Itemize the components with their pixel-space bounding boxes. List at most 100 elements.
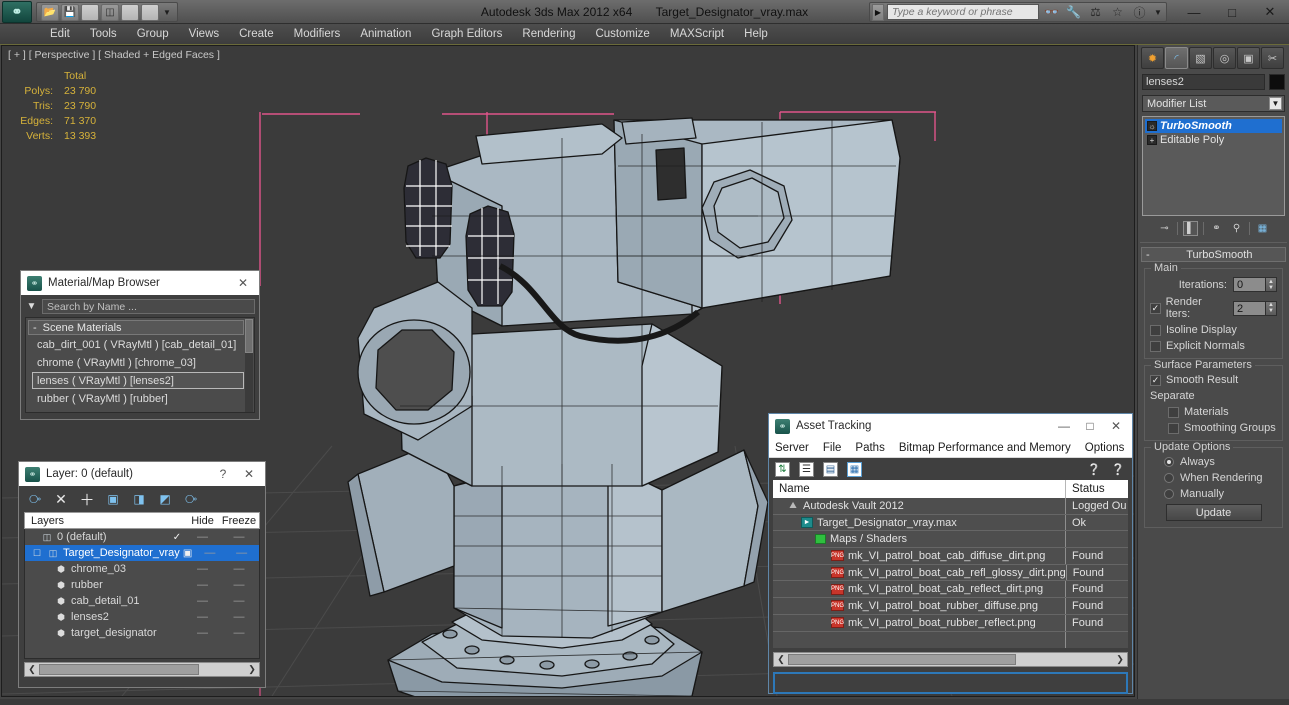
menu-file[interactable]: File <box>823 442 842 454</box>
create-tab[interactable]: ✹ <box>1141 47 1164 69</box>
render-iters-spin-arrows[interactable]: ▲ ▼ <box>1266 300 1277 316</box>
menu-paths[interactable]: Paths <box>855 442 884 454</box>
menu-server[interactable]: Server <box>775 442 809 454</box>
menu-help[interactable]: Help <box>734 24 778 45</box>
freeze-toggle[interactable]: — <box>219 611 259 623</box>
scrollbar-thumb[interactable] <box>788 654 1016 666</box>
search-input[interactable] <box>887 4 1039 20</box>
wrench-icon[interactable]: 🔧 <box>1064 3 1083 21</box>
close-icon[interactable]: ✕ <box>239 464 259 484</box>
separate-smoothing-groups-row[interactable]: Smoothing Groups <box>1150 422 1277 434</box>
table-row[interactable]: ⬢ chrome_03 — — <box>25 561 259 577</box>
menu-rendering[interactable]: Rendering <box>512 24 585 45</box>
menu-maxscript[interactable]: MAXScript <box>660 24 734 45</box>
object-name-input[interactable]: lenses2 <box>1142 74 1265 90</box>
hide-toggle[interactable]: — <box>186 627 219 639</box>
freeze-toggle[interactable]: — <box>219 531 259 543</box>
remove-modifier-icon[interactable]: ⚲ <box>1229 221 1244 236</box>
freeze-toggle[interactable]: — <box>219 563 259 575</box>
menu-modifiers[interactable]: Modifiers <box>284 24 351 45</box>
select-highlighted-objects-icon[interactable]: ◨ <box>131 491 147 507</box>
modifier-stack-item-turbosmooth[interactable]: ☼ TurboSmooth <box>1145 119 1282 133</box>
show-end-result-icon[interactable]: ▌ <box>1183 221 1198 236</box>
layer-manager-window[interactable]: ⚭ Layer: 0 (default) ? ✕ ⧂ ✕ ＋ ▣ ◨ ◩ ⧂ L… <box>18 461 266 688</box>
render-iters-stepper[interactable]: 2 ▲ ▼ <box>1233 300 1277 316</box>
make-unique-icon[interactable]: ⚭ <box>1209 221 1224 236</box>
material-item-cab-dirt[interactable]: cab_dirt_001 ( VRayMtl ) [cab_detail_01] <box>32 336 244 353</box>
minimize-button[interactable]: — <box>1175 0 1213 24</box>
explicit-normals-row[interactable]: Explicit Normals <box>1150 340 1277 352</box>
hide-toggle[interactable]: — <box>186 611 219 623</box>
scrollbar-thumb[interactable] <box>39 664 199 675</box>
delete-layer-icon[interactable]: ✕ <box>53 491 69 507</box>
material-item-lenses[interactable]: lenses ( VRayMtl ) [lenses2] <box>32 372 244 389</box>
menu-edit[interactable]: Edit <box>40 24 80 45</box>
search-expand-icon[interactable]: ▶ <box>872 3 884 21</box>
list-view-icon[interactable]: ☰ <box>799 461 814 477</box>
isoline-display-checkbox[interactable] <box>1150 324 1161 336</box>
update-button[interactable]: Update <box>1165 504 1262 521</box>
chevron-down-icon[interactable]: ▼ <box>1269 97 1282 110</box>
table-row[interactable]: PNG mk_VI_patrol_boat_cab_diffuse_dirt.p… <box>773 548 1128 565</box>
refresh-icon[interactable]: ⇅ <box>775 461 790 477</box>
isoline-display-row[interactable]: Isoline Display <box>1150 324 1277 336</box>
table-row[interactable]: ☐ ◫ Target_Designator_vray ▣ — — <box>25 545 259 561</box>
search-input[interactable]: Search by Name ... <box>42 299 255 314</box>
modify-tab[interactable]: ◜ <box>1165 47 1188 69</box>
context-help-icon[interactable]: ❔ <box>1110 461 1126 477</box>
scene-materials-group-header[interactable]: - Scene Materials <box>28 320 244 335</box>
add-selection-icon[interactable]: ＋ <box>79 491 95 509</box>
freeze-toggle[interactable]: — <box>219 627 259 639</box>
chevron-down-icon[interactable]: ▼ <box>25 300 38 313</box>
tree-view-icon[interactable]: ▤ <box>823 461 838 477</box>
material-item-chrome[interactable]: chrome ( VRayMtl ) [chrome_03] <box>32 354 244 371</box>
material-list-scrollbar[interactable] <box>245 319 253 412</box>
motion-tab[interactable]: ◎ <box>1213 47 1236 69</box>
minimize-icon[interactable]: — <box>1054 416 1074 436</box>
star-icon[interactable]: ☆ <box>1108 3 1127 21</box>
menu-options[interactable]: Options <box>1085 442 1125 454</box>
lightbulb-icon[interactable]: ☼ <box>1147 121 1157 131</box>
menu-tools[interactable]: Tools <box>80 24 127 45</box>
table-row[interactable]: PNG mk_VI_patrol_boat_rubber_diffuse.png… <box>773 598 1128 615</box>
scene-materials-list[interactable]: - Scene Materials cab_dirt_001 ( VRayMtl… <box>25 317 255 413</box>
table-row[interactable]: ⬢ cab_detail_01 — — <box>25 593 259 609</box>
help-dropdown-icon[interactable]: ▼ <box>1152 4 1164 21</box>
maximize-button[interactable]: □ <box>1213 0 1251 24</box>
table-row[interactable]: ► Target_Designator_vray.max Ok <box>773 514 1128 532</box>
help-icon[interactable]: ⓘ <box>1130 3 1149 21</box>
highlight-selected-objects-icon[interactable]: ◩ <box>157 491 173 507</box>
hide-toggle[interactable]: — <box>186 531 219 543</box>
update-manually-row[interactable]: Manually <box>1150 488 1277 500</box>
active-layer-check[interactable]: ▣ <box>180 548 196 559</box>
freeze-toggle[interactable]: — <box>219 579 259 591</box>
scroll-left-icon[interactable]: ❮ <box>774 654 788 665</box>
pin-stack-icon[interactable]: ⊸ <box>1157 221 1172 236</box>
viewport-label[interactable]: [ + ] [ Perspective ] [ Shaded + Edged F… <box>8 49 220 61</box>
scrollbar-thumb[interactable] <box>245 319 253 353</box>
create-new-layer-icon[interactable]: ⧂ <box>27 491 43 507</box>
table-row[interactable]: ⬢ lenses2 — — <box>25 609 259 625</box>
hide-toggle[interactable]: — <box>186 595 219 607</box>
asset-table-body[interactable]: ⛰ Autodesk Vault 2012 Logged Ou ► Target… <box>773 498 1128 649</box>
render-iters-value[interactable]: 2 <box>1233 300 1266 316</box>
hide-toggle[interactable]: — <box>195 547 224 559</box>
modifier-stack-item-editablepoly[interactable]: + Editable Poly <box>1145 133 1282 147</box>
maximize-icon[interactable]: □ <box>1080 416 1100 436</box>
rollout-collapse-icon[interactable]: - <box>1146 249 1150 261</box>
smooth-result-row[interactable]: ✓ Smooth Result <box>1150 374 1277 386</box>
menu-group[interactable]: Group <box>127 24 179 45</box>
table-row[interactable]: Maps / Shaders <box>773 531 1128 549</box>
update-when-rendering-row[interactable]: When Rendering <box>1150 472 1277 484</box>
layer-horizontal-scrollbar[interactable]: ❮ ❯ <box>24 662 260 677</box>
menu-views[interactable]: Views <box>179 24 229 45</box>
group-collapse-icon[interactable]: - <box>33 322 37 334</box>
table-row[interactable]: ◫ 0 (default) ✓ — — <box>25 529 259 545</box>
iterations-value[interactable]: 0 <box>1233 277 1266 292</box>
table-row[interactable]: ⬢ rubber — — <box>25 577 259 593</box>
scroll-right-icon[interactable]: ❯ <box>1113 654 1127 665</box>
update-manually-radio[interactable] <box>1164 489 1174 499</box>
display-tab[interactable]: ▣ <box>1237 47 1260 69</box>
grid-view-icon[interactable]: ▦ <box>847 461 862 477</box>
close-icon[interactable]: ✕ <box>233 273 253 293</box>
